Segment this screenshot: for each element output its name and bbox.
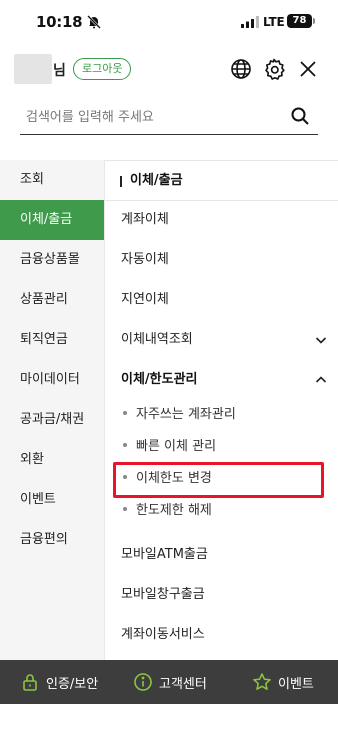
menu-content: 이체/출금 계좌이체 자동이체 지연이체 이체내역조회 이체/한도관리 자주쓰는…	[105, 160, 338, 660]
sidebar-item-transfer[interactable]: 이체/출금	[0, 200, 104, 240]
sidebar-item-convenience[interactable]: 금융편의	[0, 520, 104, 560]
bottom-item-label: 이벤트	[278, 677, 314, 692]
submenu-label: 한도제한 해제	[136, 503, 212, 518]
chevron-up-icon	[315, 376, 327, 383]
user-name-redacted	[14, 54, 52, 84]
menu-item-account-transfer[interactable]: 계좌이체	[121, 205, 331, 235]
sidebar-item-pension[interactable]: 퇴직연금	[0, 320, 104, 360]
divider	[105, 200, 338, 201]
menu-item-label: 이체/한도관리	[121, 372, 198, 387]
sidebar-item-financial-products[interactable]: 금융상품몰	[0, 240, 104, 280]
bell-muted-icon	[87, 15, 101, 29]
search-input[interactable]	[26, 105, 276, 129]
bullet	[123, 442, 127, 447]
bullet	[123, 506, 127, 511]
submenu-label: 빠른 이체 관리	[136, 439, 217, 454]
section-title-text: 이체/출금	[130, 173, 183, 188]
bullet	[123, 410, 127, 415]
menu-item-mobile-atm[interactable]: 모바일ATM출금	[121, 540, 331, 570]
close-icon[interactable]	[296, 57, 320, 81]
signal-icon	[241, 16, 259, 28]
menu-item-transfer-history[interactable]: 이체내역조회	[121, 325, 331, 355]
lock-icon	[23, 674, 37, 691]
menu-item-mobile-counter[interactable]: 모바일창구출금	[121, 580, 331, 610]
submenu-item-frequent-accounts[interactable]: 자주쓰는 계좌관리	[123, 401, 313, 429]
star-icon	[253, 673, 271, 690]
status-time: 10:18	[36, 13, 83, 31]
sidebar-item-events[interactable]: 이벤트	[0, 480, 104, 520]
bottom-item-security[interactable]: 인증/보안	[20, 660, 120, 704]
search-bar	[20, 101, 318, 135]
submenu-item-release-limit[interactable]: 한도제한 해제	[123, 497, 313, 525]
bottom-item-label: 인증/보안	[46, 677, 99, 692]
menu-item-label: 이체내역조회	[121, 332, 193, 347]
bottom-item-customer-center[interactable]: 고객센터	[133, 660, 223, 704]
bottom-item-label: 고객센터	[159, 677, 207, 692]
category-sidebar: 조회 이체/출금 금융상품몰 상품관리 퇴직연금 마이데이터 공과금/채권 외환…	[0, 160, 105, 660]
sidebar-item-inquiry[interactable]: 조회	[0, 160, 104, 200]
network-type: LTE	[263, 15, 285, 29]
menu-item-auto-transfer[interactable]: 자동이체	[121, 245, 331, 275]
bottom-bar: 인증/보안 고객센터 이벤트	[0, 660, 338, 704]
menu-item-delayed-transfer[interactable]: 지연이체	[121, 285, 331, 315]
menu-item-transfer-limit-management[interactable]: 이체/한도관리	[121, 365, 331, 395]
sidebar-item-product-management[interactable]: 상품관리	[0, 280, 104, 320]
section-title: 이체/출금	[120, 170, 183, 192]
sidebar-item-mydata[interactable]: 마이데이터	[0, 360, 104, 400]
highlight-box	[113, 462, 324, 498]
sidebar-item-bills-bonds[interactable]: 공과금/채권	[0, 400, 104, 440]
submenu-label: 자주쓰는 계좌관리	[136, 407, 236, 422]
sidebar-item-forex[interactable]: 외환	[0, 440, 104, 480]
globe-icon[interactable]	[229, 57, 253, 81]
submenu-item-quick-transfer[interactable]: 빠른 이체 관리	[123, 433, 313, 461]
chevron-down-icon	[315, 337, 327, 344]
info-icon	[134, 673, 152, 691]
battery-indicator: 78	[287, 14, 315, 28]
logout-button[interactable]: 로그아웃	[73, 58, 132, 80]
menu-item-account-switch[interactable]: 계좌이동서비스	[121, 620, 331, 650]
gear-icon[interactable]	[262, 57, 286, 81]
bottom-item-events[interactable]: 이벤트	[252, 660, 332, 704]
user-suffix: 님	[53, 63, 66, 79]
home-indicator-area	[0, 704, 338, 730]
search-icon[interactable]	[290, 106, 310, 126]
status-bar: 10:18 LTE 78	[0, 0, 338, 44]
